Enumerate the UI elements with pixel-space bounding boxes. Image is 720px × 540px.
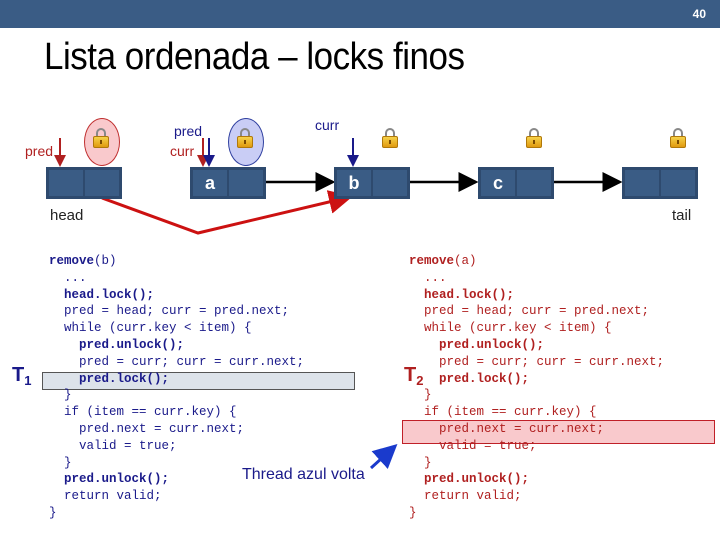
node-next [85,170,119,196]
code-line: } [409,505,664,522]
code-line: remove(a) [409,253,664,270]
code-text: if (item == curr.key) { [409,405,597,420]
code-line: head.lock(); [409,287,664,304]
red-curr-label: curr [170,143,195,159]
code-line: pred = head; curr = pred.next; [409,303,664,320]
code-line: while (curr.key < item) { [409,320,664,337]
code-text: } [49,455,72,470]
code-text: ... [409,270,447,285]
red-pred-label: pred [25,143,54,159]
node-next [373,170,407,196]
code-text: pred = head; curr = pred.next; [49,304,290,319]
note-arrow [369,443,398,470]
code-text: } [409,455,432,470]
code-line: while (curr.key < item) { [49,320,304,337]
code-line: pred.unlock(); [409,471,664,488]
code-text: pred = head; curr = pred.next; [409,304,650,319]
code-line: pred.unlock(); [409,337,664,354]
code-line: pred = curr; curr = curr.next; [409,354,664,371]
t1-label-sub: 1 [24,373,32,388]
code-line: } [409,387,664,404]
code-line: if (item == curr.key) { [409,404,664,421]
node-a: a [190,167,266,199]
code-text: (a) [454,254,477,268]
code-line: ... [409,270,664,287]
code-keyword: head.lock(); [49,287,155,302]
code-text: } [49,388,72,403]
code-line: ... [49,270,304,287]
t1-label-text: T [12,364,25,386]
code-text: return valid; [49,489,162,504]
code-line: pred.next = curr.next; [409,421,664,438]
code-text: (b) [94,254,117,268]
head-caption: head [50,207,84,224]
code-keyword: pred.unlock(); [409,337,545,352]
code-line: pred = curr; curr = curr.next; [49,354,304,371]
code-line: pred.lock(); [49,371,304,388]
tail-caption: tail [672,207,692,224]
code-keyword: pred.lock(); [409,371,530,386]
node-key [49,170,83,196]
code-line: pred.unlock(); [49,337,304,354]
code-text: valid = true; [409,438,537,453]
code-line: } [49,505,304,522]
node-next [661,170,695,196]
code-text: pred.next = curr.next; [409,421,605,436]
lock-icon-a [237,128,253,148]
code-text: pred = curr; curr = curr.next; [409,354,665,369]
code-line: if (item == curr.key) { [49,404,304,421]
code-text: while (curr.key < item) { [49,321,252,336]
lock-icon-head [93,128,109,148]
code-line: valid = true; [49,438,304,455]
node-key: a [193,170,227,196]
code-line: head.lock(); [49,287,304,304]
blue-curr-label: curr [315,117,340,133]
lock-icon-c [526,128,542,148]
code-line: } [409,455,664,472]
node-key [625,170,659,196]
code-keyword: pred.unlock(); [409,472,530,487]
node-tail [622,167,698,199]
code-line: return valid; [49,488,304,505]
code-keyword: remove [409,254,455,268]
red-bypass-arrow [101,190,353,235]
node-key: c [481,170,515,196]
code-text: } [49,505,57,520]
node-b: b [334,167,410,199]
node-key: b [337,170,371,196]
code-line: pred = head; curr = pred.next; [49,303,304,320]
code-text: pred = curr; curr = curr.next; [49,354,305,369]
node-next [517,170,551,196]
lock-icon-b [382,128,398,148]
thread-note: Thread azul volta [242,466,365,483]
node-head [46,167,122,199]
code-text: ... [49,270,87,285]
code-keyword: pred.unlock(); [49,337,185,352]
code-text: pred.next = curr.next; [49,421,245,436]
code-keyword: pred.lock(); [49,371,170,386]
blue-pred-label: pred [174,123,203,139]
code-keyword: pred.unlock(); [49,472,170,487]
code-line: } [49,387,304,404]
code-text: } [409,505,417,520]
code-block-t2: remove(a) ... head.lock(); pred = head; … [409,253,664,522]
code-text: return valid; [409,489,522,504]
t1-label: T1 [12,364,31,388]
code-line: pred.next = curr.next; [49,421,304,438]
code-line: return valid; [409,488,664,505]
code-text: if (item == curr.key) { [49,405,237,420]
code-text: while (curr.key < item) { [409,321,612,336]
code-text: } [409,388,432,403]
code-line: valid = true; [409,438,664,455]
code-keyword: head.lock(); [409,287,515,302]
code-text: valid = true; [49,438,177,453]
code-keyword: remove [49,254,95,268]
node-next [229,170,263,196]
code-line: remove(b) [49,253,304,270]
node-c: c [478,167,554,199]
code-line: pred.lock(); [409,371,664,388]
lock-icon-tail [670,128,686,148]
